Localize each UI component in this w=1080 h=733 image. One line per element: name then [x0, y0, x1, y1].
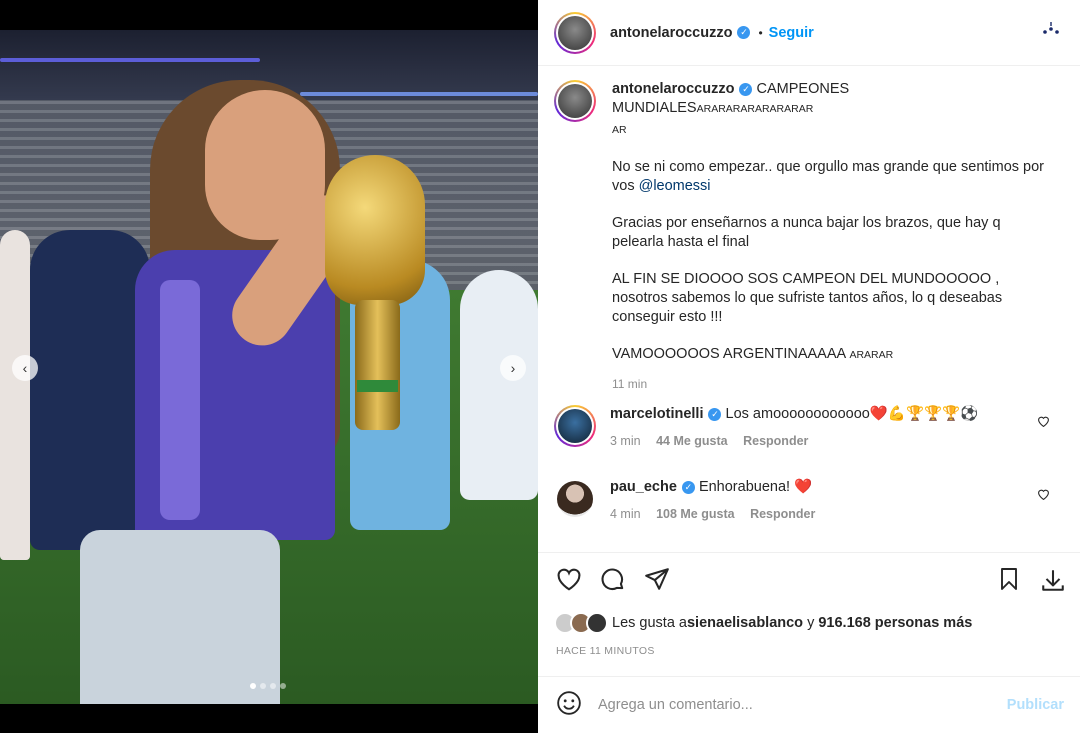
- trophy-base: [355, 300, 400, 430]
- publish-button[interactable]: Publicar: [1007, 697, 1064, 713]
- shirt-stripe: [160, 280, 200, 520]
- separator-dot: •: [758, 25, 763, 40]
- carousel-dot: [250, 683, 256, 689]
- comment-like-count[interactable]: 44 Me gusta: [656, 434, 728, 448]
- caption-paragraph-1: No se ni como empezar.. que orgullo mas …: [612, 159, 1045, 194]
- post-caption: antonelaroccuzzo ✓ CAMPEONES MUNDIALESARA…: [554, 80, 1064, 394]
- comment-input[interactable]: [598, 697, 958, 713]
- verified-badge-icon: ✓: [681, 480, 695, 494]
- carousel-indicator: [250, 683, 286, 689]
- commenter-avatar[interactable]: [554, 478, 596, 520]
- author-username[interactable]: antonelaroccuzzo: [610, 25, 732, 41]
- caption-paragraph-3: AL FIN SE DIOOOO SOS CAMPEON DEL MUNDOOO…: [612, 271, 1003, 325]
- post-actions-bar: [538, 552, 1080, 608]
- reply-button[interactable]: Responder: [750, 507, 815, 521]
- verified-badge-icon: ✓: [737, 26, 751, 39]
- next-slide-button[interactable]: ›: [500, 355, 526, 381]
- comment-like-count[interactable]: 108 Me gusta: [656, 507, 735, 521]
- chevron-left-icon: ‹: [22, 360, 28, 376]
- mention-link[interactable]: @leomessi: [639, 178, 711, 194]
- add-comment-box: Publicar: [538, 676, 1080, 733]
- author-avatar[interactable]: [554, 11, 596, 54]
- woman-jeans: [80, 530, 280, 704]
- caption-paragraph-2: Gracias por enseñarnos a nunca bajar los…: [612, 215, 1001, 250]
- more-options-icon[interactable]: [1042, 20, 1060, 43]
- post-photo[interactable]: [0, 30, 538, 704]
- trophy-green-band: [357, 380, 398, 392]
- comment-bubble-icon[interactable]: [600, 567, 626, 598]
- post-media: ‹ ›: [0, 0, 538, 733]
- previous-slide-button[interactable]: ‹: [12, 355, 38, 381]
- background-person: [30, 230, 150, 550]
- caption-author-username[interactable]: antonelaroccuzzo: [612, 81, 734, 97]
- commenter-username[interactable]: pau_eche: [610, 479, 677, 495]
- commenter-username[interactable]: marcelotinelli: [610, 406, 703, 422]
- comment-time: 4 min: [610, 507, 641, 521]
- caption-title-suffix-end: AR: [612, 124, 627, 136]
- likes-count[interactable]: 916.168 personas más: [818, 615, 972, 631]
- world-cup-trophy: [325, 155, 425, 305]
- like-heart-icon[interactable]: [556, 567, 582, 596]
- likes-prefix: Les gusta a: [612, 615, 687, 631]
- emoji-smiley-icon[interactable]: [556, 690, 582, 721]
- likes-middle: y: [803, 615, 819, 631]
- carousel-dot: [280, 683, 286, 689]
- background-person: [460, 270, 538, 500]
- share-paper-plane-icon[interactable]: [644, 567, 670, 596]
- like-comment-heart-icon[interactable]: [1037, 415, 1050, 430]
- comment-time: 3 min: [610, 434, 641, 448]
- save-bookmark-icon[interactable]: [998, 567, 1020, 596]
- chevron-right-icon: ›: [510, 360, 516, 376]
- caption-paragraph-4: VAMOOOOOOS ARGENTINAAAAA ARARAR: [612, 346, 894, 362]
- like-comment-heart-icon[interactable]: [1037, 488, 1050, 503]
- instagram-post-modal: ‹ › antonelaroccuzzo ✓ • Seguir antonela…: [0, 0, 1080, 733]
- background-person: [0, 230, 30, 560]
- post-panel: antonelaroccuzzo ✓ • Seguir antonelarocc…: [538, 0, 1080, 733]
- download-icon[interactable]: [1040, 567, 1066, 598]
- comment-emojis: ❤️: [794, 479, 813, 495]
- commenter-avatar[interactable]: [554, 405, 596, 447]
- comment-item: pau_eche ✓ Enhorabuena! ❤️ 4 min 108 Me g…: [554, 478, 1064, 524]
- comment-emojis: ❤️💪🏆🏆🏆⚽: [869, 406, 979, 422]
- verified-badge-icon: ✓: [708, 407, 722, 421]
- liker-username[interactable]: sienaelisablanco: [687, 615, 803, 631]
- comment-item: marcelotinelli ✓ Los amoooooooooooo❤️💪🏆🏆🏆…: [554, 405, 1064, 451]
- post-time-ago: HACE 11 MINUTOS: [556, 645, 655, 657]
- comment-text: Los amoooooooooooo: [725, 406, 870, 422]
- carousel-dot: [260, 683, 266, 689]
- follow-button[interactable]: Seguir: [769, 25, 814, 41]
- post-header: antonelaroccuzzo ✓ • Seguir: [538, 0, 1080, 66]
- caption-author-avatar[interactable]: [554, 80, 596, 122]
- reply-button[interactable]: Responder: [743, 434, 808, 448]
- caption-timestamp: 11 min: [612, 377, 648, 391]
- comment-text: Enhorabuena!: [698, 479, 795, 495]
- verified-badge-icon: ✓: [739, 82, 753, 96]
- likes-summary: Les gusta a sienaelisablanco y 916.168 p…: [554, 612, 972, 634]
- caption-title-suffix: ARARARARARARARAR: [696, 103, 814, 115]
- carousel-dot: [270, 683, 276, 689]
- liker-avatars[interactable]: [554, 612, 612, 634]
